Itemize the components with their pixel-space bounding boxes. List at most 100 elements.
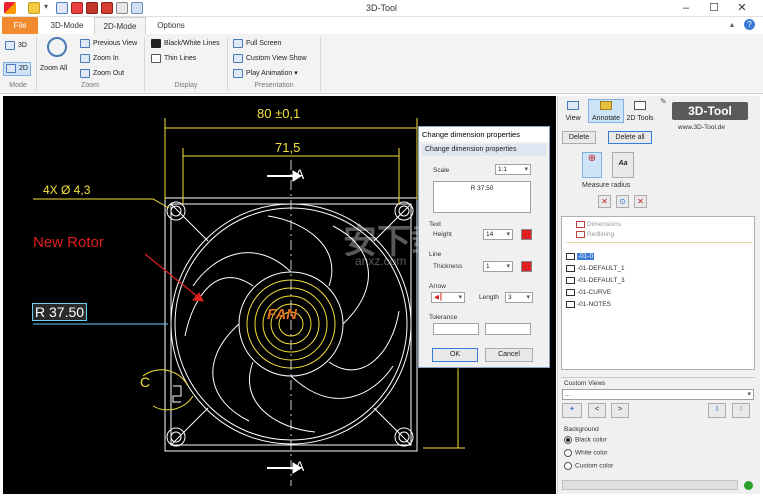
mode-2d-button[interactable]: 2D <box>3 62 31 76</box>
chevron-down-icon: ▾ <box>294 70 298 77</box>
website-url: www.3D-Tool.de <box>678 124 725 131</box>
height-select[interactable]: 14 <box>483 229 513 240</box>
zoom-all-icon[interactable] <box>47 37 67 57</box>
dimension-80: 80 ±0,1 <box>257 106 301 121</box>
thin-lines-icon <box>151 53 161 63</box>
tree-item-redlining[interactable]: Redlining <box>576 229 614 240</box>
title-bar: ▾ 3D-Tool – ☐ ✕ <box>0 0 763 17</box>
layer-icon <box>566 300 575 308</box>
ribbon: 3D 2D Mode Zoom All Previous View Zoom I… <box>0 34 763 94</box>
group-zoom-label: Zoom <box>81 82 99 89</box>
black-white-icon <box>151 38 161 48</box>
save-custom-view-button[interactable]: ⇩ <box>708 403 726 418</box>
previous-custom-view-button[interactable]: < <box>588 403 606 418</box>
length-select[interactable]: 3 <box>505 292 533 303</box>
layer-icon <box>566 252 575 260</box>
layer-label: -01-DEFAULT_1 <box>577 265 625 272</box>
maximize-button[interactable]: ☐ <box>700 0 728 16</box>
custom-view-show-button[interactable]: Custom View Show <box>233 53 307 65</box>
cancel-button[interactable]: Cancel <box>485 348 533 362</box>
notch-detail <box>172 385 182 403</box>
radio-black-icon <box>564 436 572 444</box>
zoom-out-button[interactable]: Zoom Out <box>80 68 124 80</box>
custom-view-add-button[interactable]: ✦ <box>562 403 582 418</box>
thickness-select[interactable]: 1 <box>483 261 513 272</box>
custom-view-show-icon <box>233 53 243 63</box>
tab-3d-mode[interactable]: 3D-Mode <box>44 17 90 34</box>
length-label: Length <box>479 294 499 301</box>
delete-button[interactable]: Delete <box>562 131 596 144</box>
redlining-icon <box>576 230 585 238</box>
custom-views-label: Custom Views <box>564 380 606 387</box>
layer-item[interactable]: -01-DEFAULT_3 <box>566 275 625 286</box>
hole-dimension: 4X Ø 4,3 <box>43 183 91 197</box>
view-tab-label: View <box>565 115 581 122</box>
bg-option-black[interactable]: Black color <box>564 436 607 444</box>
layer-item[interactable]: -01-NOTES <box>566 299 611 310</box>
layer-item[interactable]: -01-DEFAULT_1 <box>566 263 625 274</box>
layer-item[interactable]: -01-CURVE <box>566 287 611 298</box>
zoom-out-icon <box>80 68 90 78</box>
zoom-out-label: Zoom Out <box>93 70 125 77</box>
tab-2d-mode[interactable]: 2D-Mode <box>94 17 146 34</box>
tolerance-upper-input[interactable] <box>433 323 479 335</box>
collapse-ribbon-icon[interactable]: ▴ <box>730 20 734 29</box>
detail-c-circle <box>142 369 194 411</box>
window-title: 3D-Tool <box>365 3 397 13</box>
black-white-label: Black/White Lines <box>164 40 220 47</box>
radio-custom-icon <box>564 462 572 470</box>
text-color-swatch[interactable] <box>521 229 532 240</box>
tolerance-lower-input[interactable] <box>485 323 531 335</box>
arrow-style-select[interactable]: ◀┃ <box>431 292 465 303</box>
tab-file[interactable]: File <box>2 17 38 34</box>
custom-views-select[interactable]: ... <box>562 389 754 400</box>
layer-label: -01-0 <box>577 253 595 260</box>
height-label: Height <box>433 231 452 238</box>
radio-white-icon <box>564 449 572 457</box>
edit-dimension-icon[interactable]: ⊙ <box>616 195 629 208</box>
scale-select[interactable]: 1:1 <box>495 164 531 175</box>
dimension-text-input[interactable]: R 37.50 <box>433 181 531 213</box>
ribbon-separator <box>227 37 228 91</box>
bg-option-label: White color <box>575 449 608 457</box>
2d-tools-tab-label: 2D Tools <box>626 115 654 122</box>
ribbon-separator <box>144 37 145 91</box>
radius-dimension[interactable]: R 37.50 <box>32 303 88 321</box>
text-group-label: Text <box>429 221 441 228</box>
bg-option-label: Black color <box>575 436 607 444</box>
close-button[interactable]: ✕ <box>728 0 756 16</box>
line-color-swatch[interactable] <box>521 261 532 272</box>
next-custom-view-button[interactable]: > <box>611 403 629 418</box>
ok-button[interactable]: OK <box>432 348 478 362</box>
mode-3d-button[interactable]: 3D <box>5 40 27 52</box>
zoom-in-button[interactable]: Zoom In <box>80 53 119 65</box>
minimize-button[interactable]: – <box>672 0 700 16</box>
background-label: Background <box>564 426 599 433</box>
annotate-tab-label: Annotate <box>591 115 621 122</box>
measure-radius-label: Measure radius <box>582 182 631 189</box>
help-icon[interactable]: ? <box>744 19 755 30</box>
cube-3d-icon <box>5 40 15 50</box>
mode-2d-label: 2D <box>19 65 28 72</box>
tab-options[interactable]: Options <box>150 17 192 34</box>
zoom-all-button[interactable]: Zoom All <box>40 63 67 75</box>
text-annotation-icon[interactable]: Aa <box>612 152 634 178</box>
delete-all-button[interactable]: Delete all <box>608 131 652 144</box>
pin-icon[interactable]: ✎ <box>660 97 668 106</box>
play-animation-button[interactable]: Play Animation ▾ <box>233 68 298 80</box>
bg-option-white[interactable]: White color <box>564 449 608 457</box>
delete-custom-view-button[interactable]: ⇩ <box>732 403 750 418</box>
ribbon-tabs: File 3D-Mode 2D-Mode Options ▴ ? <box>0 17 763 34</box>
delete-dimension-icon[interactable]: ✕ <box>598 195 611 208</box>
bg-option-custom[interactable]: Custom color <box>564 462 613 470</box>
remove-dimension-icon[interactable]: ✕ <box>634 195 647 208</box>
measure-radius-icon[interactable]: ⊕ <box>582 152 602 178</box>
thin-lines-button[interactable]: Thin Lines <box>151 53 196 65</box>
black-white-lines-button[interactable]: Black/White Lines <box>151 38 220 50</box>
pencil-icon <box>600 101 612 110</box>
full-screen-button[interactable]: Full Screen <box>233 38 281 50</box>
layer-icon <box>566 288 575 296</box>
section-label-bottom: A <box>295 458 305 474</box>
layer-item[interactable]: -01-0 <box>566 251 595 262</box>
previous-view-button[interactable]: Previous View <box>80 38 137 50</box>
